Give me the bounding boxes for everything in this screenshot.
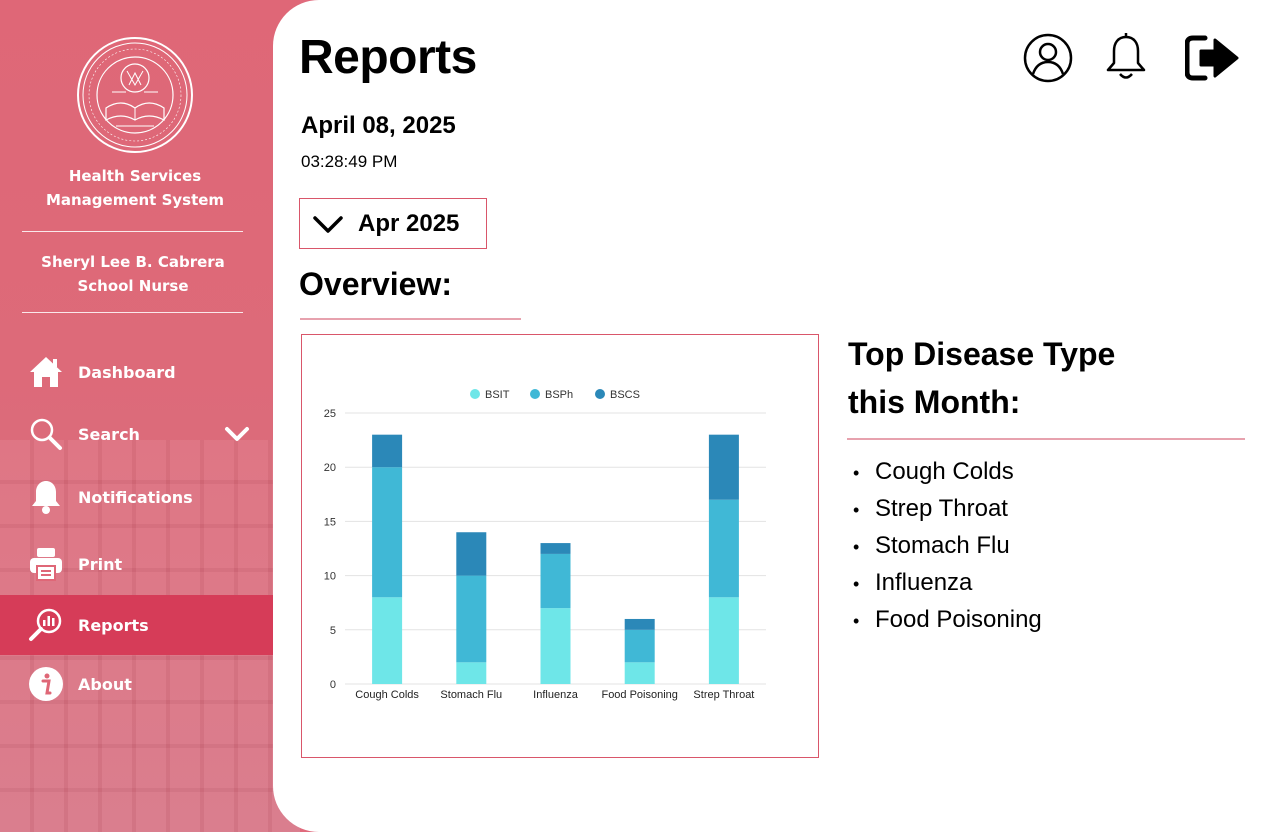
- bar-segment-bsph: [708, 499, 739, 598]
- sidebar-item-search[interactable]: Search: [0, 404, 273, 464]
- sidebar-item-label: Notifications: [78, 487, 193, 507]
- main-panel: Reports April 08, 2025 03:28:49 PM Apr 2…: [273, 0, 1280, 832]
- divider: [847, 438, 1245, 440]
- top-disease-title-line1: Top Disease Type: [848, 336, 1116, 372]
- legend-label: BSPh: [545, 389, 573, 401]
- sidebar-item-about[interactable]: About: [0, 654, 273, 714]
- list-item: • Stomach Flu: [853, 532, 1010, 559]
- bar-segment-bsph: [540, 553, 571, 609]
- divider: [300, 318, 521, 320]
- user-name: Sheryl Lee B. Cabrera: [41, 253, 225, 271]
- sidebar-item-reports[interactable]: Reports: [0, 595, 273, 655]
- bell-icon[interactable]: [1105, 32, 1147, 82]
- overview-heading: Overview:: [299, 266, 452, 302]
- top-disease-title: Top Disease Type this Month:: [848, 330, 1115, 426]
- university-seal-logo: [77, 37, 193, 153]
- y-tick-label: 5: [330, 625, 336, 637]
- bar-segment-bsit: [372, 597, 403, 684]
- sidebar-item-label: Search: [78, 424, 140, 444]
- sidebar-item-label: Print: [78, 554, 123, 574]
- selected-month: Apr 2025: [358, 209, 460, 237]
- bar-segment-bsit: [540, 608, 571, 684]
- disease-name: Strep Throat: [875, 495, 1008, 522]
- month-dropdown[interactable]: Apr 2025: [299, 198, 487, 249]
- x-tick-label: Influenza: [533, 689, 579, 701]
- list-item: • Food Poisoning: [853, 606, 1042, 633]
- bar-segment-bsph: [456, 575, 487, 663]
- current-date: April 08, 2025: [301, 112, 456, 139]
- sidebar-item-label: About: [78, 674, 132, 694]
- bar-segment-bsph: [624, 629, 655, 663]
- bar-segment-bsph: [372, 467, 403, 598]
- bar-segment-bsit: [708, 597, 739, 684]
- sidebar-item-notifications[interactable]: Notifications: [0, 467, 273, 527]
- system-name-line2: Management System: [45, 191, 225, 209]
- current-time: 03:28:49 PM: [301, 152, 398, 171]
- x-tick-label: Cough Colds: [355, 689, 419, 701]
- bar-segment-bscs: [372, 434, 403, 468]
- bar-segment-bscs: [624, 618, 655, 630]
- y-tick-label: 0: [330, 679, 336, 691]
- system-name: Health Services Management System: [0, 164, 270, 212]
- bar-segment-bscs: [456, 532, 487, 576]
- y-tick-label: 15: [324, 516, 336, 528]
- x-tick-label: Stomach Flu: [440, 689, 502, 701]
- reports-icon: [28, 607, 64, 643]
- legend-marker: [530, 389, 540, 399]
- home-icon: [28, 354, 64, 390]
- chevron-down-icon: [313, 216, 343, 233]
- sidebar-item-dashboard[interactable]: Dashboard: [0, 342, 273, 402]
- x-tick-label: Strep Throat: [693, 689, 754, 701]
- sidebar-item-print[interactable]: Print: [0, 534, 273, 594]
- bar-segment-bsit: [624, 662, 655, 684]
- user-role: School Nurse: [77, 277, 189, 295]
- x-tick-label: Food Poisoning: [601, 689, 677, 701]
- profile-icon[interactable]: [1023, 32, 1073, 84]
- top-disease-list: • Cough Colds • Strep Throat • Stomach Flu …: [853, 454, 1042, 639]
- top-disease-title-line2: this Month:: [848, 384, 1021, 420]
- bar-segment-bscs: [540, 543, 571, 554]
- disease-name: Stomach Flu: [875, 532, 1010, 559]
- stacked-bar-chart: 0 5 10 15 20 25 Cough Colds Stomach Flu Influenz…: [324, 389, 766, 701]
- disease-name: Cough Colds: [875, 458, 1014, 485]
- legend-marker: [470, 389, 480, 399]
- bar-segment-bsit: [456, 662, 487, 684]
- list-item: • Strep Throat: [853, 495, 1008, 522]
- info-icon: [28, 666, 64, 702]
- system-name-line1: Health Services: [68, 167, 202, 185]
- sidebar-item-label: Dashboard: [78, 362, 176, 382]
- legend-label: BSCS: [610, 389, 640, 401]
- disease-name: Influenza: [875, 569, 973, 596]
- logout-icon[interactable]: [1185, 34, 1241, 82]
- page-title: Reports: [299, 31, 477, 84]
- bar-segment-bscs: [708, 434, 739, 500]
- divider: [22, 231, 243, 232]
- list-item: • Influenza: [853, 569, 973, 596]
- divider: [22, 312, 243, 313]
- sidebar-item-label: Reports: [78, 615, 149, 635]
- bell-icon: [28, 479, 64, 515]
- legend-label: BSIT: [485, 389, 510, 401]
- y-tick-label: 20: [324, 462, 336, 474]
- search-icon: [28, 416, 64, 452]
- legend-marker: [595, 389, 605, 399]
- disease-name: Food Poisoning: [875, 606, 1042, 633]
- printer-icon: [28, 546, 64, 582]
- list-item: • Cough Colds: [853, 458, 1014, 485]
- y-tick-label: 25: [324, 408, 336, 420]
- sidebar: Health Services Management System Sheryl…: [0, 0, 300, 832]
- user-info: Sheryl Lee B. Cabrera School Nurse: [0, 250, 266, 298]
- y-tick-label: 10: [324, 571, 336, 583]
- chart-container: 0 5 10 15 20 25 Cough Colds Stomach Flu Influenz…: [301, 334, 819, 758]
- chevron-down-icon[interactable]: [224, 424, 250, 444]
